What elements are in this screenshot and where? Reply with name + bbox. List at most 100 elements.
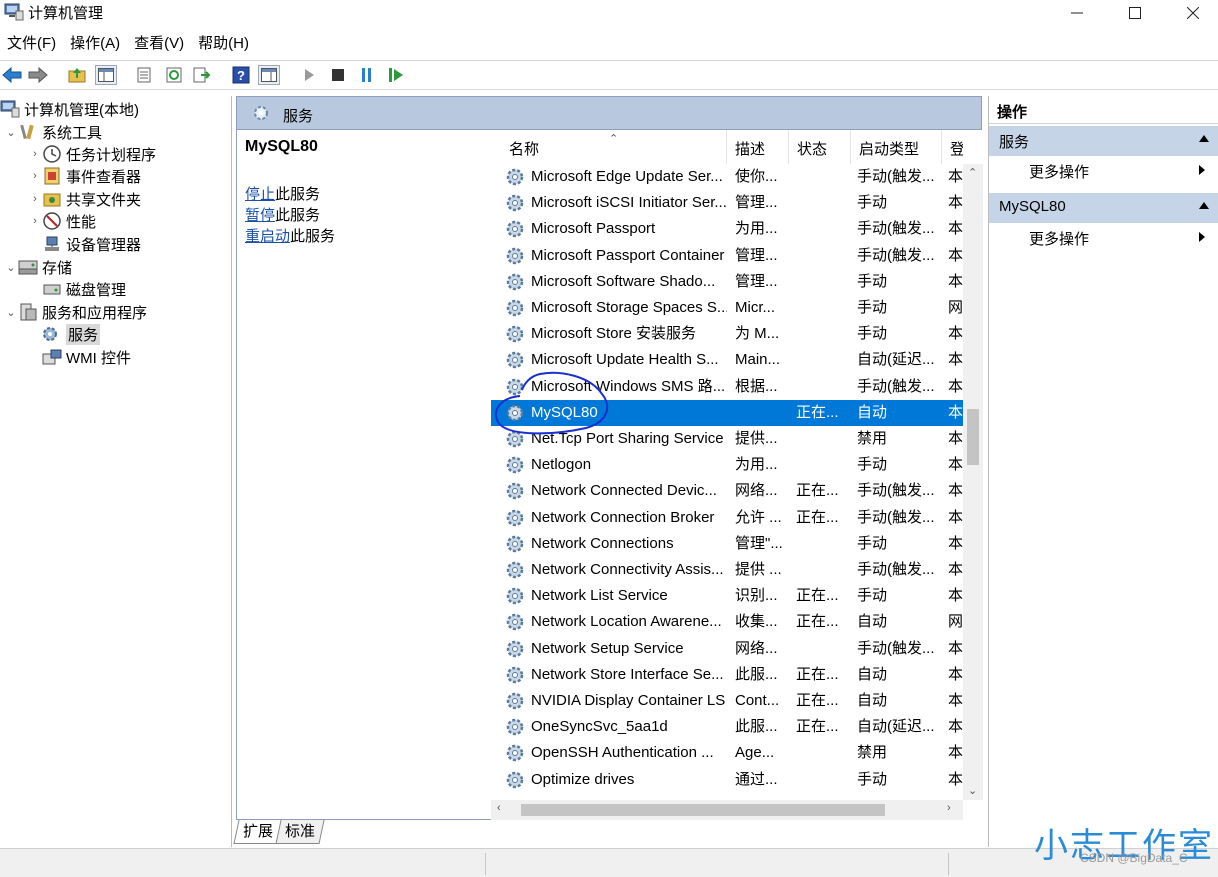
group-label: MySQL80 [999, 198, 1066, 215]
more-actions-mysql80[interactable]: 更多操作 [989, 224, 1218, 252]
table-row[interactable]: Network Connection Broker 允许 ... 正在... 手动(触… [491, 505, 963, 531]
chevron-right-icon[interactable]: › [28, 148, 42, 160]
horizontal-scrollbar[interactable]: ‹ › [491, 800, 963, 820]
tree-item-services[interactable]: 服务 [42, 323, 101, 345]
vertical-scroll-thumb[interactable] [967, 409, 979, 465]
table-row[interactable]: Network Connectivity Assis... 提供 ... 手动(触发… [491, 557, 963, 583]
tree-item-system-tools[interactable]: ⌄ 系统工具 [4, 121, 102, 143]
table-row[interactable]: Network List Service 识别... 正在... 手动 本 [491, 583, 963, 609]
cell-status: 正在... [796, 587, 839, 605]
table-row[interactable]: Network Connections 管理"... 手动 本 [491, 531, 963, 557]
properties-button[interactable] [133, 65, 155, 85]
pause-service-link[interactable]: 暂停 [245, 207, 275, 224]
chevron-down-icon[interactable]: ⌄ [4, 261, 18, 274]
help-button[interactable]: ? [230, 65, 252, 85]
menu-view[interactable]: 查看(V) [127, 33, 191, 55]
chevron-down-icon[interactable]: ⌄ [4, 306, 18, 319]
tab-standard[interactable]: 标准 [275, 820, 325, 844]
column-header-description[interactable]: 描述 [727, 130, 789, 164]
scroll-left-icon[interactable]: ‹ [497, 802, 501, 814]
table-row[interactable]: Microsoft Store 安装服务 为 M... 手动 本 [491, 321, 963, 347]
tree-item-shared-folders[interactable]: › 共享文件夹 [28, 188, 141, 210]
maximize-button[interactable] [1106, 0, 1164, 26]
vertical-scrollbar[interactable]: ⌃ ⌄ [963, 164, 983, 800]
minimize-button[interactable] [1048, 0, 1106, 26]
tab-label: 标准 [285, 823, 316, 840]
table-row[interactable]: OneSyncSvc_5aa1d 此服... 正在... 自动(延迟... 本 [491, 714, 963, 740]
stop-service-button[interactable] [327, 65, 349, 85]
back-button[interactable] [1, 65, 23, 85]
service-gear-icon [506, 194, 524, 212]
table-row[interactable]: Net.Tcp Port Sharing Service 提供... 禁用 本 [491, 426, 963, 452]
tree-item-wmi[interactable]: WMI 控件 [42, 346, 131, 368]
table-row[interactable]: Netlogon 为用... 手动 本 [491, 452, 963, 478]
table-row[interactable]: Network Store Interface Se... 此服... 正在... 自… [491, 662, 963, 688]
forward-button[interactable] [27, 65, 49, 85]
tree-item-device-manager[interactable]: 设备管理器 [42, 233, 141, 255]
scroll-down-icon[interactable]: ⌄ [968, 784, 977, 797]
table-row[interactable]: Microsoft Edge Update Ser... 使你... 手动(触发..… [491, 164, 963, 190]
tree-item-services-apps[interactable]: ⌄ 服务和应用程序 [4, 301, 147, 323]
table-row[interactable]: Microsoft Storage Spaces S... Micr... 手动 网 [491, 295, 963, 321]
tree-item-root[interactable]: 计算机管理(本地) [0, 98, 139, 120]
chevron-right-icon[interactable]: › [28, 193, 42, 205]
cell-logon: 本 [948, 194, 963, 212]
chevron-down-icon[interactable]: ⌄ [4, 126, 18, 139]
export-icon [193, 67, 211, 83]
refresh-button[interactable] [163, 65, 185, 85]
more-actions-services[interactable]: 更多操作 [989, 157, 1218, 185]
menu-help[interactable]: 帮助(H) [191, 33, 256, 55]
table-row[interactable]: Microsoft Passport Container 管理... 手动(触发..… [491, 243, 963, 269]
tree-item-performance[interactable]: › 性能 [28, 210, 96, 232]
tree-item-event-viewer[interactable]: › 事件查看器 [28, 165, 141, 187]
column-header-logon[interactable]: 登 [942, 130, 963, 164]
close-button[interactable] [1164, 0, 1218, 26]
chevron-right-icon[interactable]: › [28, 170, 42, 182]
restart-service-button[interactable] [385, 65, 407, 85]
cell-startup: 自动(延迟... [857, 718, 935, 736]
menu-action[interactable]: 操作(A) [63, 33, 127, 55]
table-row[interactable]: Microsoft Passport 为用... 手动(触发... 本 [491, 216, 963, 242]
actions-group-services[interactable]: 服务 [989, 126, 1218, 156]
cell-desc: 允许 ... [735, 508, 782, 526]
tree-item-storage[interactable]: ⌄ 存储 [4, 256, 72, 278]
stop-service-link[interactable]: 停止 [245, 186, 275, 203]
pause-service-button[interactable] [356, 65, 378, 85]
table-row[interactable]: Network Location Awarene... 收集... 正在... 自动 网 [491, 609, 963, 635]
table-row[interactable]: Microsoft iSCSI Initiator Ser... 管理... 手动 本 [491, 190, 963, 216]
table-row[interactable]: MySQL80 正在... 自动 本 [491, 399, 963, 426]
actions-group-mysql80[interactable]: MySQL80 [989, 193, 1218, 223]
cell-desc: 网络... [735, 482, 778, 500]
service-gear-icon [506, 325, 524, 343]
show-hide-tree-button[interactable] [95, 65, 117, 85]
table-row[interactable]: Microsoft Windows SMS 路... 根据... 手动(触发... 本 [491, 374, 963, 400]
cell-desc: 管理... [735, 246, 778, 264]
link-suffix: 此服务 [290, 228, 336, 245]
up-level-button[interactable] [66, 65, 88, 85]
scroll-up-icon[interactable]: ⌃ [968, 166, 977, 179]
table-row[interactable]: Microsoft Update Health S... Main... 自动(延迟… [491, 347, 963, 373]
table-row[interactable]: Optimize drives 通过... 手动 本 [491, 767, 963, 793]
show-hide-action-pane-button[interactable] [258, 65, 280, 85]
stop-icon [332, 69, 344, 81]
tree-item-disk-management[interactable]: 磁盘管理 [42, 278, 126, 300]
service-gear-icon [506, 561, 524, 579]
start-service-button[interactable] [298, 65, 320, 85]
cell-logon: 网 [948, 613, 963, 631]
menu-file[interactable]: 文件(F) [0, 33, 63, 55]
tree-item-task-scheduler[interactable]: › 任务计划程序 [28, 143, 156, 165]
horizontal-scroll-thumb[interactable] [521, 804, 885, 816]
table-row[interactable]: Microsoft Software Shado... 管理... 手动 本 [491, 269, 963, 295]
table-row[interactable]: OpenSSH Authentication ... Age... 禁用 本 [491, 740, 963, 766]
table-row[interactable]: NVIDIA Display Container LS Cont... 正在... 自… [491, 688, 963, 714]
table-row[interactable]: Network Connected Devic... 网络... 正在... 手动(触… [491, 478, 963, 504]
restart-service-link[interactable]: 重启动 [245, 228, 290, 245]
tree-label: WMI 控件 [66, 349, 131, 367]
export-list-button[interactable] [191, 65, 213, 85]
chevron-right-icon[interactable]: › [28, 215, 42, 227]
table-row[interactable]: Network Setup Service 网络... 手动(触发... 本 [491, 636, 963, 662]
cell-desc: 提供 ... [735, 561, 782, 578]
column-header-status[interactable]: 状态 [789, 130, 851, 164]
column-header-startup-type[interactable]: 启动类型 [851, 130, 942, 164]
scroll-right-icon[interactable]: › [947, 802, 951, 814]
